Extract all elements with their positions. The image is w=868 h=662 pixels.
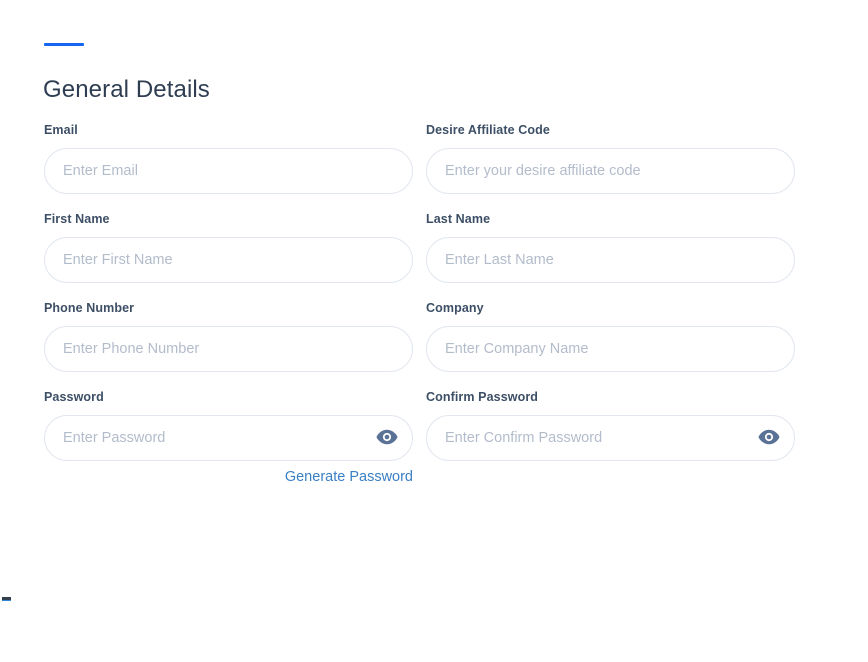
section-accent-bar (44, 43, 84, 46)
confirm-password-label: Confirm Password (426, 390, 539, 404)
form-row: Email Desire Affiliate Code (44, 122, 795, 194)
affiliate-code-input-wrap (426, 148, 795, 194)
eye-icon (758, 429, 780, 448)
company-input[interactable] (426, 326, 795, 372)
password-visibility-toggle[interactable] (375, 426, 399, 450)
page-edge-artifact (2, 597, 11, 601)
last-name-input-wrap (426, 237, 795, 283)
phone-number-input[interactable] (44, 326, 413, 372)
company-label: Company (426, 301, 484, 315)
page-title: General Details (43, 76, 210, 104)
phone-number-input-wrap (44, 326, 413, 372)
confirm-password-spacer (426, 467, 795, 489)
field-email: Email (44, 122, 413, 194)
first-name-input[interactable] (44, 237, 413, 283)
general-details-form: Email Desire Affiliate Code First Name (44, 122, 795, 506)
field-first-name: First Name (44, 211, 413, 283)
eye-icon (376, 429, 398, 448)
affiliate-code-input[interactable] (426, 148, 795, 194)
password-label: Password (44, 390, 104, 404)
form-row: Phone Number Company (44, 300, 795, 372)
field-affiliate-code: Desire Affiliate Code (426, 122, 795, 194)
form-row: First Name Last Name (44, 211, 795, 283)
password-input-wrap (44, 415, 413, 461)
email-label: Email (44, 123, 78, 137)
last-name-input[interactable] (426, 237, 795, 283)
email-input[interactable] (44, 148, 413, 194)
affiliate-code-label: Desire Affiliate Code (426, 123, 550, 137)
generate-password-link[interactable]: Generate Password (285, 467, 413, 487)
password-input[interactable] (44, 415, 413, 461)
field-phone-number: Phone Number (44, 300, 413, 372)
email-input-wrap (44, 148, 413, 194)
field-password: Password Generate Passw (44, 389, 413, 489)
field-company: Company (426, 300, 795, 372)
confirm-password-visibility-toggle[interactable] (757, 426, 781, 450)
field-last-name: Last Name (426, 211, 795, 283)
company-input-wrap (426, 326, 795, 372)
last-name-label: Last Name (426, 212, 491, 226)
first-name-input-wrap (44, 237, 413, 283)
password-helper-row: Generate Password (44, 467, 413, 489)
field-confirm-password: Confirm Password (426, 389, 795, 489)
confirm-password-input-wrap (426, 415, 795, 461)
confirm-password-input[interactable] (426, 415, 795, 461)
general-details-page: General Details Email Desire Affiliate C… (0, 0, 868, 662)
first-name-label: First Name (44, 212, 110, 226)
form-row: Password Generate Passw (44, 389, 795, 489)
phone-number-label: Phone Number (44, 301, 135, 315)
